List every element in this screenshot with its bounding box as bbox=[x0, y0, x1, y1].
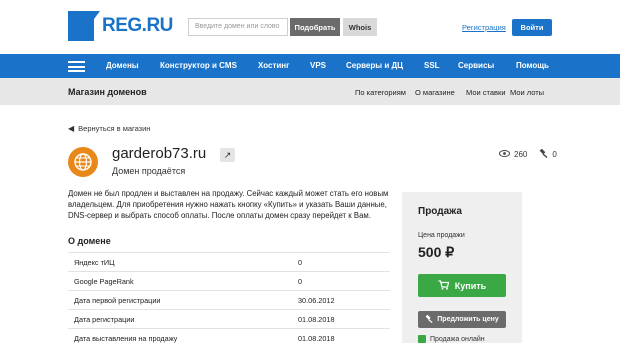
register-link[interactable]: Регистрация bbox=[462, 23, 506, 32]
gavel-icon bbox=[425, 314, 433, 325]
domain-status: Домен продаётся bbox=[112, 166, 186, 176]
sale-title: Продажа bbox=[418, 206, 462, 217]
checkbox-icon bbox=[418, 335, 426, 343]
back-link[interactable]: ◀ Вернуться в магазин bbox=[68, 124, 150, 133]
bids-count: 0 bbox=[552, 150, 557, 159]
online-sale-toggle[interactable]: Продажа онлайн bbox=[418, 335, 485, 343]
price-label: Цена продажи bbox=[418, 232, 465, 239]
sale-panel: Продажа Цена продажи 500 ₽ Купить Предло… bbox=[402, 192, 522, 343]
row-label: Яндекс тИЦ bbox=[68, 252, 298, 272]
nav-item-builder[interactable]: Конструктор и CMS bbox=[160, 61, 237, 70]
eye-icon bbox=[499, 150, 510, 159]
top-header: REG.RU Введите домен или слово Подобрать… bbox=[0, 0, 620, 54]
row-label: Дата выставления на продажу bbox=[68, 328, 298, 343]
row-value: 0 bbox=[298, 252, 390, 272]
domain-stats: 260 0 bbox=[499, 148, 561, 160]
search-input[interactable]: Введите домен или слово bbox=[188, 18, 288, 36]
logo-text: REG.RU bbox=[102, 15, 173, 36]
row-label: Google PageRank bbox=[68, 271, 298, 291]
offer-button-label: Предложить цену bbox=[437, 316, 499, 323]
row-value: 0 bbox=[298, 271, 390, 291]
nav-item-domains[interactable]: Домены bbox=[106, 61, 139, 70]
login-button[interactable]: Войти bbox=[512, 19, 552, 36]
pick-domain-button[interactable]: Подобрать bbox=[290, 18, 340, 36]
arrow-left-icon: ◀ bbox=[68, 124, 75, 133]
table-row: Дата регистрации 01.08.2018 bbox=[68, 309, 390, 329]
about-title: О домене bbox=[68, 236, 111, 246]
nav-item-services[interactable]: Сервисы bbox=[458, 61, 494, 70]
shop-subbar: Магазин доменов По категориям О магазине… bbox=[0, 78, 620, 105]
sublink-my-lots[interactable]: Мои лоты bbox=[510, 88, 544, 97]
sublink-my-bids[interactable]: Мои ставки bbox=[466, 88, 506, 97]
price-value: 500 ₽ bbox=[418, 244, 455, 260]
menu-icon[interactable] bbox=[68, 61, 85, 72]
logo-mark bbox=[68, 11, 100, 41]
buy-button[interactable]: Купить bbox=[418, 274, 506, 297]
domain-description: Домен не был продлен и выставлен на прод… bbox=[68, 189, 389, 221]
nav-item-servers[interactable]: Серверы и ДЦ bbox=[346, 61, 403, 70]
views-count: 260 bbox=[514, 150, 528, 159]
main-nav: Домены Конструктор и CMS Хостинг VPS Сер… bbox=[0, 54, 620, 78]
page-title: Магазин доменов bbox=[68, 87, 147, 97]
row-value: 01.08.2018 bbox=[298, 328, 390, 343]
domain-info-table: Яндекс тИЦ 0 Google PageRank 0 Дата перв… bbox=[68, 252, 390, 343]
nav-item-help[interactable]: Помощь bbox=[516, 61, 549, 70]
online-sale-label: Продажа онлайн bbox=[430, 335, 485, 343]
table-row: Дата выставления на продажу 01.08.2018 bbox=[68, 328, 390, 343]
globe-icon bbox=[68, 147, 98, 177]
sublink-about-shop[interactable]: О магазине bbox=[415, 88, 455, 97]
nav-item-vps[interactable]: VPS bbox=[310, 61, 326, 70]
row-value: 30.06.2012 bbox=[298, 290, 390, 310]
row-label: Дата регистрации bbox=[68, 309, 298, 329]
gavel-icon bbox=[539, 148, 548, 160]
offer-price-button[interactable]: Предложить цену bbox=[418, 311, 506, 328]
logo[interactable]: REG.RU bbox=[68, 11, 173, 41]
nav-item-hosting[interactable]: Хостинг bbox=[258, 61, 289, 70]
row-value: 01.08.2018 bbox=[298, 309, 390, 329]
external-link-icon[interactable]: ↗ bbox=[220, 148, 235, 162]
cart-icon bbox=[438, 279, 450, 292]
row-label: Дата первой регистрации bbox=[68, 290, 298, 310]
buy-button-label: Купить bbox=[454, 280, 487, 291]
table-row: Яндекс тИЦ 0 bbox=[68, 252, 390, 272]
sublink-categories[interactable]: По категориям bbox=[355, 88, 406, 97]
domain-name: garderob73.ru bbox=[112, 145, 207, 162]
nav-item-ssl[interactable]: SSL bbox=[424, 61, 440, 70]
back-link-label: Вернуться в магазин bbox=[78, 124, 151, 133]
whois-button[interactable]: Whois bbox=[343, 18, 377, 36]
table-row: Дата первой регистрации 30.06.2012 bbox=[68, 290, 390, 310]
table-row: Google PageRank 0 bbox=[68, 271, 390, 291]
